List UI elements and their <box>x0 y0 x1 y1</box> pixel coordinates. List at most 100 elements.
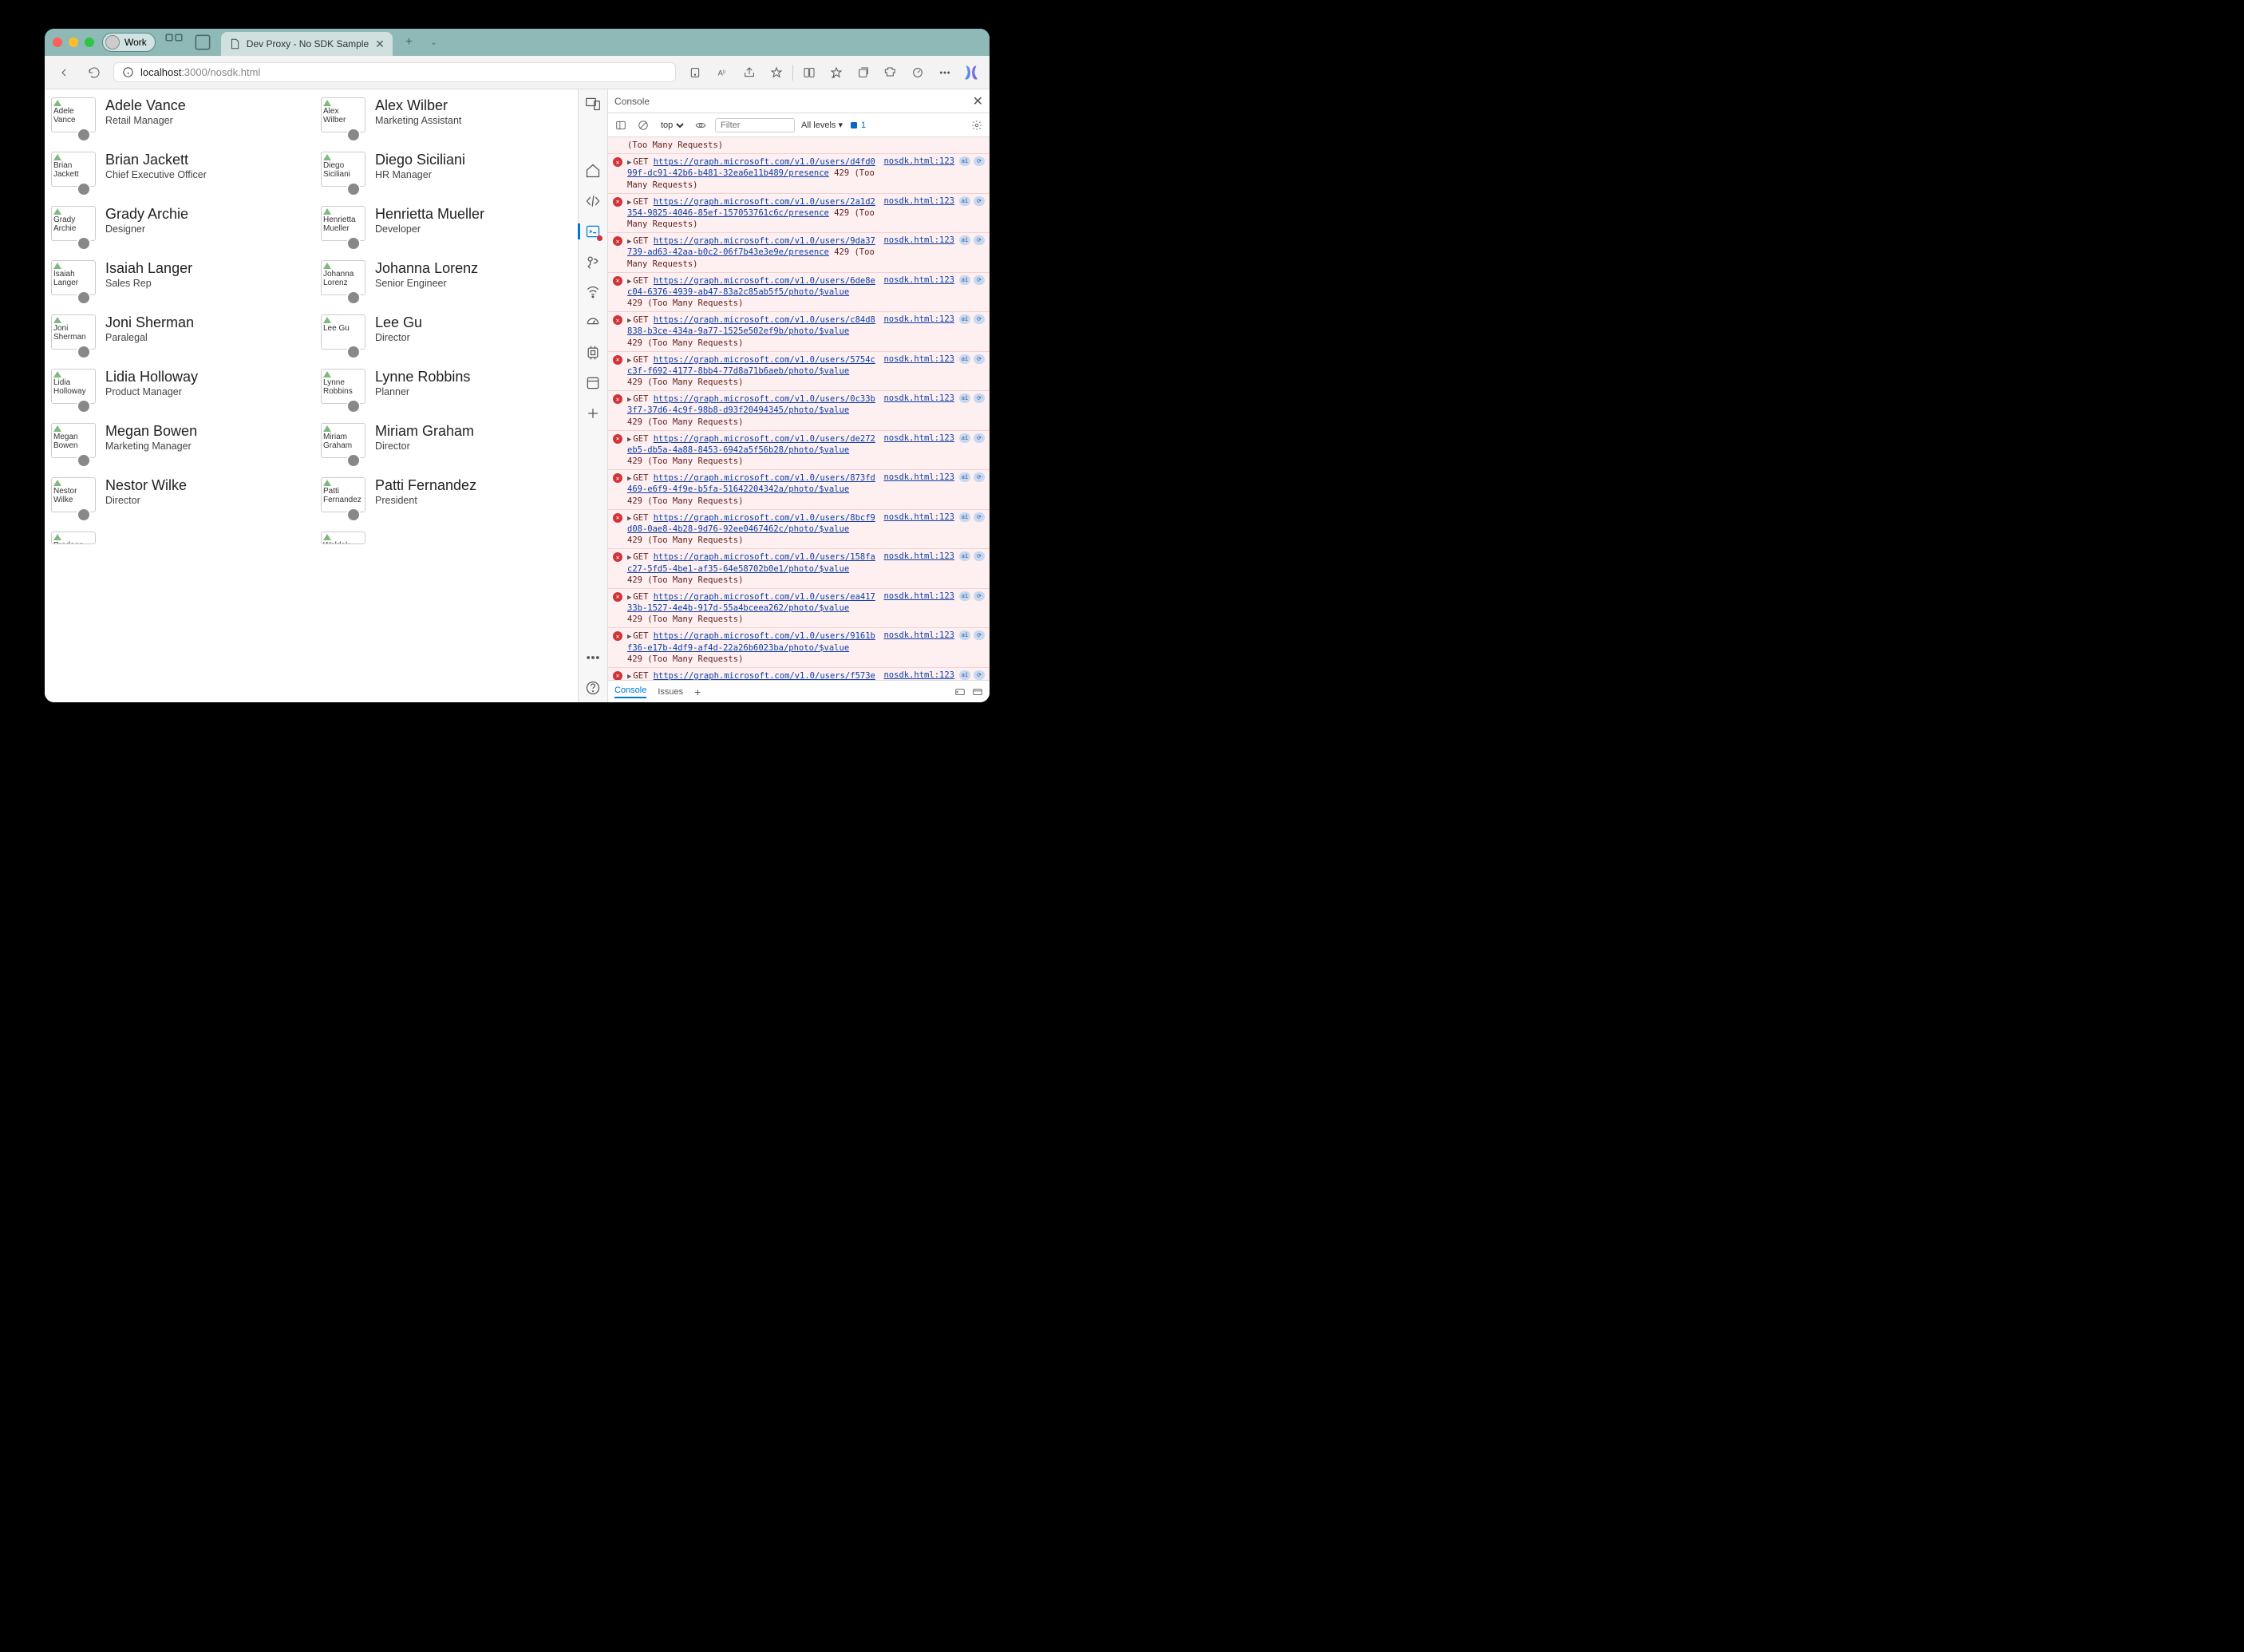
log-source-link[interactable]: nosdk.html:123 <box>883 670 954 680</box>
filter-input[interactable] <box>715 118 795 132</box>
site-info-icon[interactable] <box>122 66 134 78</box>
browser-tab[interactable]: Dev Proxy - No SDK Sample ✕ <box>221 32 393 56</box>
drawer-tab-console[interactable]: Console <box>614 686 646 698</box>
ai-explain-icon[interactable]: aĭ <box>959 314 970 324</box>
ai-explain-icon[interactable]: aĭ <box>959 630 970 640</box>
minimize-window-button[interactable] <box>69 38 78 47</box>
ai-explain-icon[interactable]: aĭ <box>959 670 970 680</box>
tab-overview-icon[interactable] <box>192 32 213 53</box>
console-error-row[interactable]: ✕ ▶GET https://graph.microsoft.com/v1.0/… <box>608 312 990 352</box>
network-icon[interactable] <box>585 284 601 300</box>
url-input[interactable]: localhost:3000/nosdk.html <box>113 62 676 82</box>
tab-menu-button[interactable]: ⌄ <box>425 38 441 47</box>
drawer-add-tab[interactable]: + <box>694 686 701 698</box>
console-settings-icon[interactable] <box>969 117 985 133</box>
log-source-link[interactable]: nosdk.html:123 <box>883 235 954 245</box>
close-window-button[interactable] <box>53 38 62 47</box>
extensions-icon[interactable] <box>879 61 902 84</box>
console-icon[interactable] <box>585 223 601 239</box>
sources-icon[interactable] <box>585 254 601 270</box>
console-error-row[interactable]: ✕ ▶GET https://graph.microsoft.com/v1.0/… <box>608 233 990 273</box>
welcome-icon[interactable] <box>585 163 601 179</box>
application-icon[interactable] <box>585 375 601 391</box>
log-source-link[interactable]: nosdk.html:123 <box>883 433 954 443</box>
ai-explain-icon[interactable]: aĭ <box>959 472 970 482</box>
log-source-link[interactable]: nosdk.html:123 <box>883 354 954 364</box>
console-error-row[interactable]: ✕ ▶GET https://graph.microsoft.com/v1.0/… <box>608 194 990 234</box>
console-error-row[interactable]: ✕ ▶GET https://graph.microsoft.com/v1.0/… <box>608 154 990 194</box>
log-source-link[interactable]: nosdk.html:123 <box>883 512 954 522</box>
copilot-explain-icon[interactable]: ⟳ <box>974 512 985 522</box>
device-toolbar-icon[interactable] <box>585 96 601 112</box>
console-error-row[interactable]: ✕ ▶GET https://graph.microsoft.com/v1.0/… <box>608 589 990 629</box>
console-error-row[interactable]: ✕ ▶GET https://graph.microsoft.com/v1.0/… <box>608 628 990 668</box>
performance-tab-icon[interactable] <box>585 314 601 330</box>
log-source-link[interactable]: nosdk.html:123 <box>883 156 954 166</box>
drawer-icon-2[interactable] <box>972 686 983 698</box>
copilot-explain-icon[interactable]: ⟳ <box>974 196 985 206</box>
log-source-link[interactable]: nosdk.html:123 <box>883 551 954 561</box>
ai-explain-icon[interactable]: aĭ <box>959 235 970 245</box>
log-source-link[interactable]: nosdk.html:123 <box>883 591 954 601</box>
maximize-window-button[interactable] <box>85 38 94 47</box>
share-icon[interactable] <box>738 61 761 84</box>
help-icon[interactable] <box>585 680 601 696</box>
app-available-icon[interactable] <box>684 61 706 84</box>
console-error-row[interactable]: ✕ ▶GET https://graph.microsoft.com/v1.0/… <box>608 510 990 550</box>
copilot-explain-icon[interactable]: ⟳ <box>974 630 985 640</box>
performance-icon[interactable] <box>907 61 929 84</box>
ai-explain-icon[interactable]: aĭ <box>959 196 970 206</box>
log-source-link[interactable]: nosdk.html:123 <box>883 393 954 403</box>
ai-explain-icon[interactable]: aĭ <box>959 551 970 561</box>
log-source-link[interactable]: nosdk.html:123 <box>883 314 954 324</box>
back-button[interactable] <box>53 61 75 84</box>
split-screen-icon[interactable] <box>798 61 820 84</box>
log-source-link[interactable]: nosdk.html:123 <box>883 472 954 482</box>
ai-explain-icon[interactable]: aĭ <box>959 393 970 403</box>
refresh-button[interactable] <box>83 61 105 84</box>
close-devtools-button[interactable]: ✕ <box>973 93 983 109</box>
log-source-link[interactable]: nosdk.html:123 <box>883 196 954 206</box>
console-error-row[interactable]: ✕ ▶GET https://graph.microsoft.com/v1.0/… <box>608 273 990 313</box>
copilot-explain-icon[interactable]: ⟳ <box>974 314 985 324</box>
console-error-row[interactable]: ✕ ▶GET https://graph.microsoft.com/v1.0/… <box>608 391 990 431</box>
context-select[interactable]: top <box>658 120 686 131</box>
ai-explain-icon[interactable]: aĭ <box>959 512 970 522</box>
copilot-explain-icon[interactable]: ⟳ <box>974 670 985 680</box>
toggle-sidebar-icon[interactable] <box>613 117 629 133</box>
copilot-explain-icon[interactable]: ⟳ <box>974 235 985 245</box>
profile-chip[interactable]: Work <box>102 33 156 52</box>
copilot-explain-icon[interactable]: ⟳ <box>974 393 985 403</box>
elements-icon[interactable] <box>585 193 601 209</box>
workspaces-icon[interactable] <box>164 32 184 53</box>
log-source-link[interactable]: nosdk.html:123 <box>883 630 954 640</box>
issues-count[interactable]: 1 <box>849 121 866 130</box>
copilot-explain-icon[interactable]: ⟳ <box>974 551 985 561</box>
memory-icon[interactable] <box>585 345 601 361</box>
console-error-row[interactable]: ✕ ▶GET https://graph.microsoft.com/v1.0/… <box>608 668 990 680</box>
copilot-explain-icon[interactable]: ⟳ <box>974 275 985 285</box>
copilot-explain-icon[interactable]: ⟳ <box>974 472 985 482</box>
favorites-hub-icon[interactable] <box>825 61 847 84</box>
clear-console-icon[interactable] <box>635 117 651 133</box>
console-error-row[interactable]: ✕ ▶GET https://graph.microsoft.com/v1.0/… <box>608 470 990 510</box>
ai-explain-icon[interactable]: aĭ <box>959 354 970 364</box>
copilot-explain-icon[interactable]: ⟳ <box>974 591 985 601</box>
ai-explain-icon[interactable]: aĭ <box>959 433 970 443</box>
drawer-tab-issues[interactable]: Issues <box>658 687 683 697</box>
collections-icon[interactable] <box>852 61 875 84</box>
ai-explain-icon[interactable]: aĭ <box>959 591 970 601</box>
copilot-explain-icon[interactable]: ⟳ <box>974 156 985 166</box>
ai-explain-icon[interactable]: aĭ <box>959 156 970 166</box>
ai-explain-icon[interactable]: aĭ <box>959 275 970 285</box>
log-source-link[interactable]: nosdk.html:123 <box>883 275 954 285</box>
live-expression-icon[interactable] <box>693 117 709 133</box>
read-aloud-icon[interactable]: A)) <box>711 61 733 84</box>
log-levels-select[interactable]: All levels ▾ <box>801 120 843 130</box>
copilot-explain-icon[interactable]: ⟳ <box>974 354 985 364</box>
drawer-icon-1[interactable] <box>954 686 966 698</box>
more-options-icon[interactable] <box>585 650 601 666</box>
copilot-explain-icon[interactable]: ⟳ <box>974 433 985 443</box>
new-tab-button[interactable]: + <box>401 35 417 49</box>
close-tab-button[interactable]: ✕ <box>375 38 385 51</box>
